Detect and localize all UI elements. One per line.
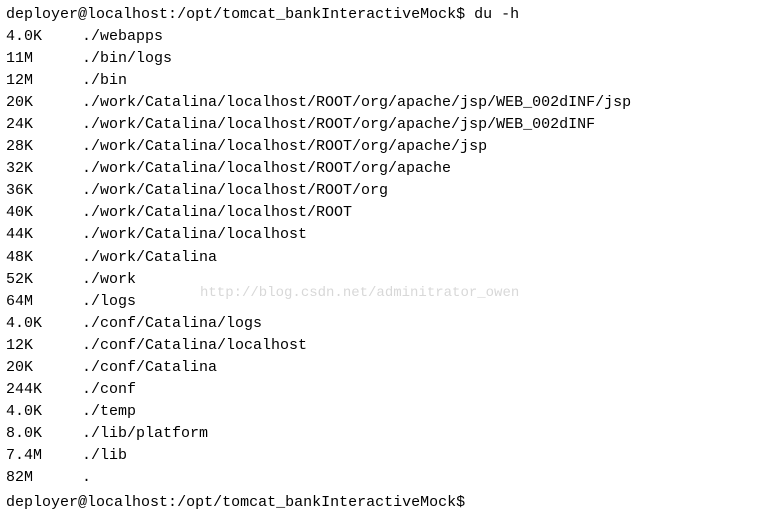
output-row: 7.4M./lib — [6, 445, 752, 467]
size-value: 28K — [6, 136, 82, 158]
output-row: 12M./bin — [6, 70, 752, 92]
size-value: 244K — [6, 379, 82, 401]
path-value: . — [82, 467, 752, 489]
size-value: 40K — [6, 202, 82, 224]
path-value: ./work/Catalina/localhost — [82, 224, 752, 246]
command-output: 4.0K./webapps11M./bin/logs12M./bin20K./w… — [6, 26, 752, 489]
size-value: 7.4M — [6, 445, 82, 467]
path-value: ./bin/logs — [82, 48, 752, 70]
size-value: 36K — [6, 180, 82, 202]
terminal-prompt-line-next[interactable]: deployer@localhost:/opt/tomcat_bankInter… — [6, 489, 752, 514]
output-row: 64M./logs — [6, 291, 752, 313]
output-row: 12K./conf/Catalina/localhost — [6, 335, 752, 357]
prompt-at: @ — [78, 494, 87, 511]
output-row: 8.0K./lib/platform — [6, 423, 752, 445]
prompt-at: @ — [78, 6, 87, 23]
path-value: ./work/Catalina/localhost/ROOT/org/apach… — [82, 114, 752, 136]
path-value: ./work/Catalina/localhost/ROOT — [82, 202, 752, 224]
path-value: ./webapps — [82, 26, 752, 48]
size-value: 4.0K — [6, 313, 82, 335]
path-value: ./work — [82, 269, 752, 291]
output-row: 36K./work/Catalina/localhost/ROOT/org — [6, 180, 752, 202]
size-value: 44K — [6, 224, 82, 246]
output-row: 52K./work — [6, 269, 752, 291]
size-value: 11M — [6, 48, 82, 70]
output-row: 4.0K./conf/Catalina/logs — [6, 313, 752, 335]
size-value: 24K — [6, 114, 82, 136]
size-value: 8.0K — [6, 423, 82, 445]
size-value: 20K — [6, 92, 82, 114]
path-value: ./lib — [82, 445, 752, 467]
output-row: 4.0K./webapps — [6, 26, 752, 48]
prompt-symbol: $ — [456, 6, 465, 23]
command-text: du -h — [474, 6, 519, 23]
prompt-user: deployer — [6, 6, 78, 23]
path-value: ./conf/Catalina/logs — [82, 313, 752, 335]
path-value: ./lib/platform — [82, 423, 752, 445]
size-value: 48K — [6, 247, 82, 269]
path-value: ./logs — [82, 291, 752, 313]
path-value: ./work/Catalina/localhost/ROOT/org — [82, 180, 752, 202]
output-row: 48K./work/Catalina — [6, 247, 752, 269]
size-value: 12K — [6, 335, 82, 357]
prompt-path: /opt/tomcat_bankInteractiveMock — [177, 494, 456, 511]
output-row: 82M. — [6, 467, 752, 489]
prompt-colon: : — [168, 6, 177, 23]
path-value: ./temp — [82, 401, 752, 423]
output-row: 40K./work/Catalina/localhost/ROOT — [6, 202, 752, 224]
size-value: 52K — [6, 269, 82, 291]
size-value: 12M — [6, 70, 82, 92]
size-value: 20K — [6, 357, 82, 379]
output-row: 28K./work/Catalina/localhost/ROOT/org/ap… — [6, 136, 752, 158]
output-row: 244K./conf — [6, 379, 752, 401]
size-value: 32K — [6, 158, 82, 180]
output-row: 32K./work/Catalina/localhost/ROOT/org/ap… — [6, 158, 752, 180]
prompt-path: /opt/tomcat_bankInteractiveMock — [177, 6, 456, 23]
path-value: ./conf/Catalina/localhost — [82, 335, 752, 357]
terminal-prompt-line: deployer@localhost:/opt/tomcat_bankInter… — [6, 4, 752, 26]
prompt-host: localhost — [87, 494, 168, 511]
size-value: 82M — [6, 467, 82, 489]
output-row: 20K./work/Catalina/localhost/ROOT/org/ap… — [6, 92, 752, 114]
output-row: 4.0K./temp — [6, 401, 752, 423]
path-value: ./conf/Catalina — [82, 357, 752, 379]
size-value: 4.0K — [6, 401, 82, 423]
path-value: ./bin — [82, 70, 752, 92]
size-value: 4.0K — [6, 26, 82, 48]
path-value: ./work/Catalina/localhost/ROOT/org/apach… — [82, 136, 752, 158]
prompt-user: deployer — [6, 494, 78, 511]
path-value: ./work/Catalina/localhost/ROOT/org/apach… — [82, 92, 752, 114]
path-value: ./work/Catalina/localhost/ROOT/org/apach… — [82, 158, 752, 180]
prompt-symbol: $ — [456, 494, 465, 511]
output-row: 11M./bin/logs — [6, 48, 752, 70]
path-value: ./work/Catalina — [82, 247, 752, 269]
output-row: 44K./work/Catalina/localhost — [6, 224, 752, 246]
prompt-host: localhost — [87, 6, 168, 23]
output-row: 24K./work/Catalina/localhost/ROOT/org/ap… — [6, 114, 752, 136]
output-row: 20K./conf/Catalina — [6, 357, 752, 379]
size-value: 64M — [6, 291, 82, 313]
path-value: ./conf — [82, 379, 752, 401]
prompt-colon: : — [168, 494, 177, 511]
